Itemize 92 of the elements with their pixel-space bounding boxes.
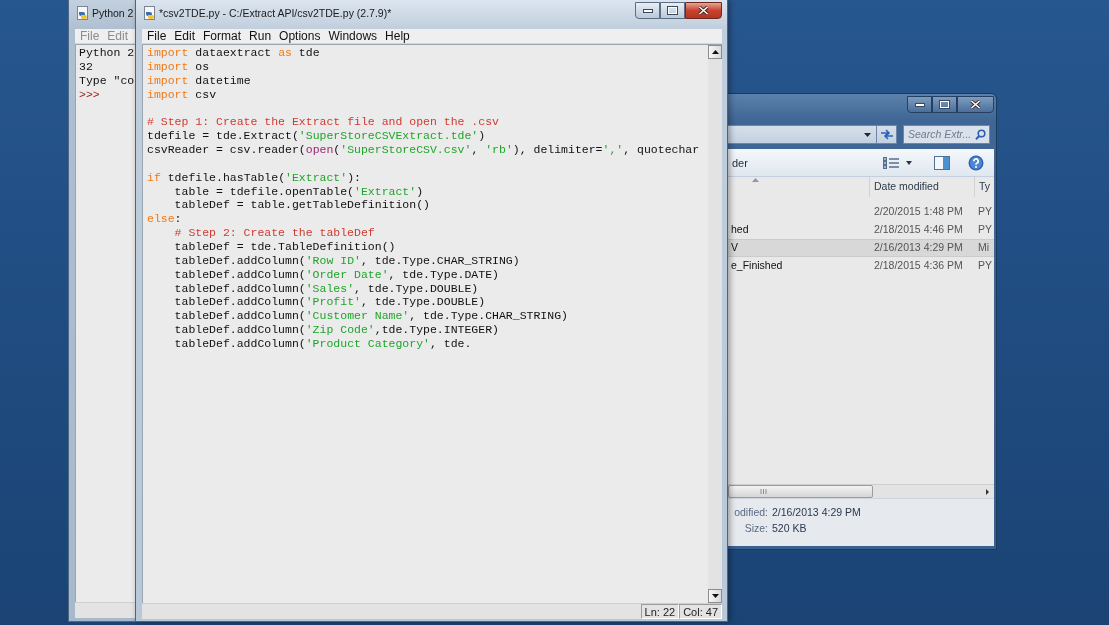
menu-item[interactable]: Run xyxy=(245,29,276,43)
search-box[interactable]: Search Extr... xyxy=(903,125,990,144)
shell-output-line: 32 xyxy=(79,59,93,74)
column-header[interactable]: Date modified xyxy=(870,177,975,197)
close-button[interactable] xyxy=(957,96,994,113)
maximize-button[interactable] xyxy=(932,96,957,113)
detail-value: 2/16/2013 4:29 PM xyxy=(772,505,862,520)
down-arrow-icon xyxy=(711,594,719,598)
menu-item[interactable]: Edit xyxy=(170,29,200,43)
detail-value: 520 KB xyxy=(772,521,808,536)
window-title: *csv2TDE.py - C:/Extract API/csv2TDE.py (2.7.9)* xyxy=(159,7,392,20)
file-name: e_Finished xyxy=(731,258,783,274)
shell-output-line: Type "co xyxy=(79,73,135,88)
scroll-up-button[interactable] xyxy=(708,45,722,59)
menu-item[interactable]: Windows xyxy=(324,29,382,43)
code-line: tableDef = tde.TableDefinition() xyxy=(174,240,396,254)
date-modified: 2/20/2015 1:48 PM xyxy=(873,204,964,220)
document-icon xyxy=(76,6,89,20)
file-row[interactable]: V 2/16/2013 4:29 PM Mi xyxy=(728,239,994,257)
date-modified: 2/18/2015 4:46 PM xyxy=(873,222,964,238)
file-row[interactable]: e_Finished 2/18/2015 4:36 PM PY xyxy=(728,257,994,275)
detail-label: odified: xyxy=(733,505,768,520)
minimize-button[interactable] xyxy=(907,96,932,113)
code-line: import datetime xyxy=(147,73,251,88)
shell-output-line: Python 2 xyxy=(79,46,135,60)
maximize-icon xyxy=(939,100,950,109)
search-icon xyxy=(975,129,986,140)
dropdown-caret-icon xyxy=(906,160,912,165)
code-line: else: xyxy=(147,212,182,227)
menu-item[interactable]: Help xyxy=(381,29,414,43)
toolbar-button[interactable]: der xyxy=(728,155,748,170)
file-name: hed xyxy=(731,222,749,238)
code-line: if tdefile.hasTable('Extract'): xyxy=(147,170,361,185)
shell-prompt: >>> xyxy=(79,87,100,102)
menu-item[interactable]: Format xyxy=(199,29,246,43)
dropdown-caret-icon xyxy=(864,132,871,137)
vertical-scrollbar[interactable] xyxy=(708,44,722,603)
column-number-status: Col: 47 xyxy=(679,604,722,619)
menu-item[interactable]: Options xyxy=(275,29,325,43)
maximize-icon xyxy=(667,6,678,15)
column-header[interactable]: Ty xyxy=(975,177,991,197)
file-name: V xyxy=(731,240,738,256)
file-row[interactable]: 2/20/2015 1:48 PM PY xyxy=(728,203,994,221)
scroll-down-button[interactable] xyxy=(708,589,722,603)
date-modified: 2/16/2013 4:29 PM xyxy=(873,240,964,256)
right-arrow-icon xyxy=(985,488,989,495)
code-line: tableDef.addColumn('Zip Code',tde.Type.INTEGER) xyxy=(174,323,499,338)
maximize-button[interactable] xyxy=(660,2,685,19)
detail-label: Size: xyxy=(743,521,768,536)
scrollbar-thumb[interactable] xyxy=(728,485,873,498)
code-line: import os xyxy=(147,59,210,74)
code-line: tableDef.addColumn('Customer Name', tde.Type.CHAR_STRING) xyxy=(174,309,568,324)
code-line: # Step 1: Create the Extract file and open the .csv xyxy=(147,115,499,130)
code-line: # Step 2: Create the tableDef xyxy=(174,226,375,241)
file-type: Mi xyxy=(977,240,990,256)
close-icon xyxy=(698,6,709,15)
code-line: tableDef.addColumn('Profit', tde.Type.DOUBLE) xyxy=(174,295,486,310)
code-line: csvReader = csv.reader(open('SuperStoreCSV.csv', 'rb'), delimiter=',', quotechar xyxy=(147,143,700,157)
code-line: import csv xyxy=(147,87,217,102)
document-icon xyxy=(143,6,156,20)
close-button[interactable] xyxy=(685,2,722,19)
minimize-icon xyxy=(642,8,653,13)
code-line: tableDef.addColumn('Product Category', tde. xyxy=(174,337,472,351)
minimize-icon xyxy=(914,102,925,107)
address-field[interactable] xyxy=(728,125,877,144)
date-modified: 2/18/2015 4:36 PM xyxy=(873,258,964,274)
code-line: tableDef.addColumn('Sales', tde.Type.DOUBLE) xyxy=(174,281,479,296)
grip-icon xyxy=(760,489,767,494)
horizontal-scrollbar[interactable] xyxy=(728,484,994,498)
code-line: tableDef.addColumn('Row ID', tde.Type.CHAR_STRING) xyxy=(174,253,520,268)
minimize-button[interactable] xyxy=(635,2,660,19)
file-type: PY xyxy=(977,258,992,274)
preview-pane-icon xyxy=(934,155,950,170)
code-line: tableDef = table.getTableDefinition() xyxy=(174,198,430,213)
sort-arrow-icon xyxy=(752,178,759,182)
list-view-icon xyxy=(883,156,900,169)
help-icon xyxy=(968,154,984,171)
refresh-button[interactable] xyxy=(877,125,897,144)
search-field[interactable]: Search Extr... xyxy=(904,126,975,143)
code-line: tableDef.addColumn('Order Date', tde.Type.DATE) xyxy=(174,267,499,282)
line-number-status: Ln: 22 xyxy=(640,604,680,619)
code-line: import dataextract as tde xyxy=(147,46,320,60)
menu-item[interactable]: File xyxy=(143,29,171,43)
file-row[interactable]: hed 2/18/2015 4:46 PM PY xyxy=(728,221,994,239)
file-type: PY xyxy=(977,204,992,220)
window-title: Python 2 xyxy=(92,7,134,20)
code-line: table = tdefile.openTable('Extract') xyxy=(174,184,424,199)
refresh-icon xyxy=(879,129,894,140)
file-type: PY xyxy=(977,222,992,238)
up-arrow-icon xyxy=(711,50,719,54)
code-line: tdefile = tde.Extract('SuperStoreCSVExtract.tde') xyxy=(147,129,486,143)
close-icon xyxy=(970,100,981,109)
